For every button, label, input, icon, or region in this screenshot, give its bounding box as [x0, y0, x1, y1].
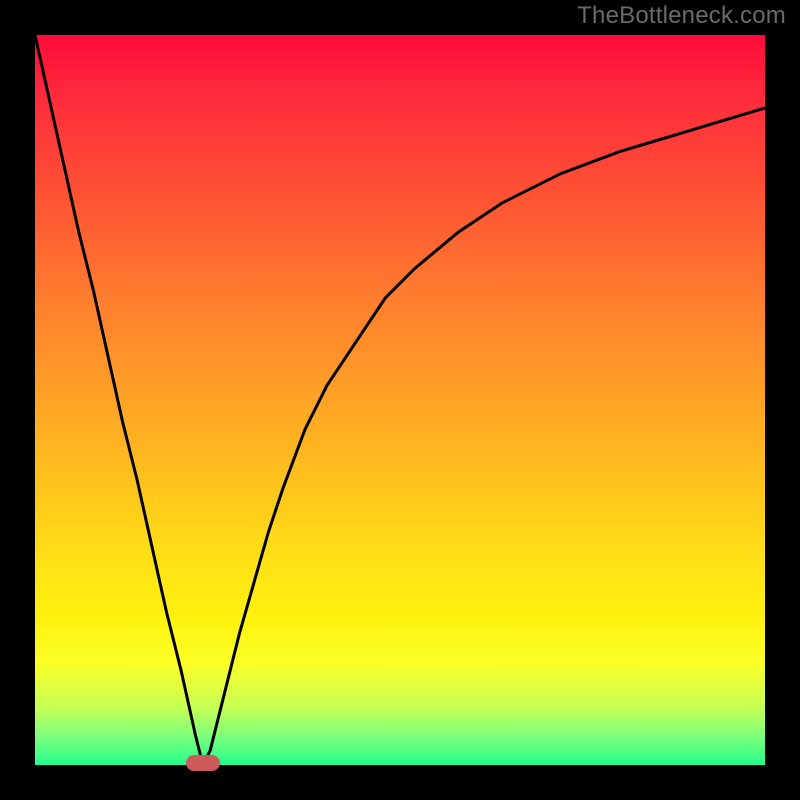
chart-frame: TheBottleneck.com — [0, 0, 800, 800]
bottleneck-curve — [35, 35, 765, 765]
attribution-label: TheBottleneck.com — [577, 2, 786, 30]
plot-area — [35, 35, 765, 765]
curve-line — [35, 35, 765, 765]
optimal-point-marker — [186, 755, 220, 771]
